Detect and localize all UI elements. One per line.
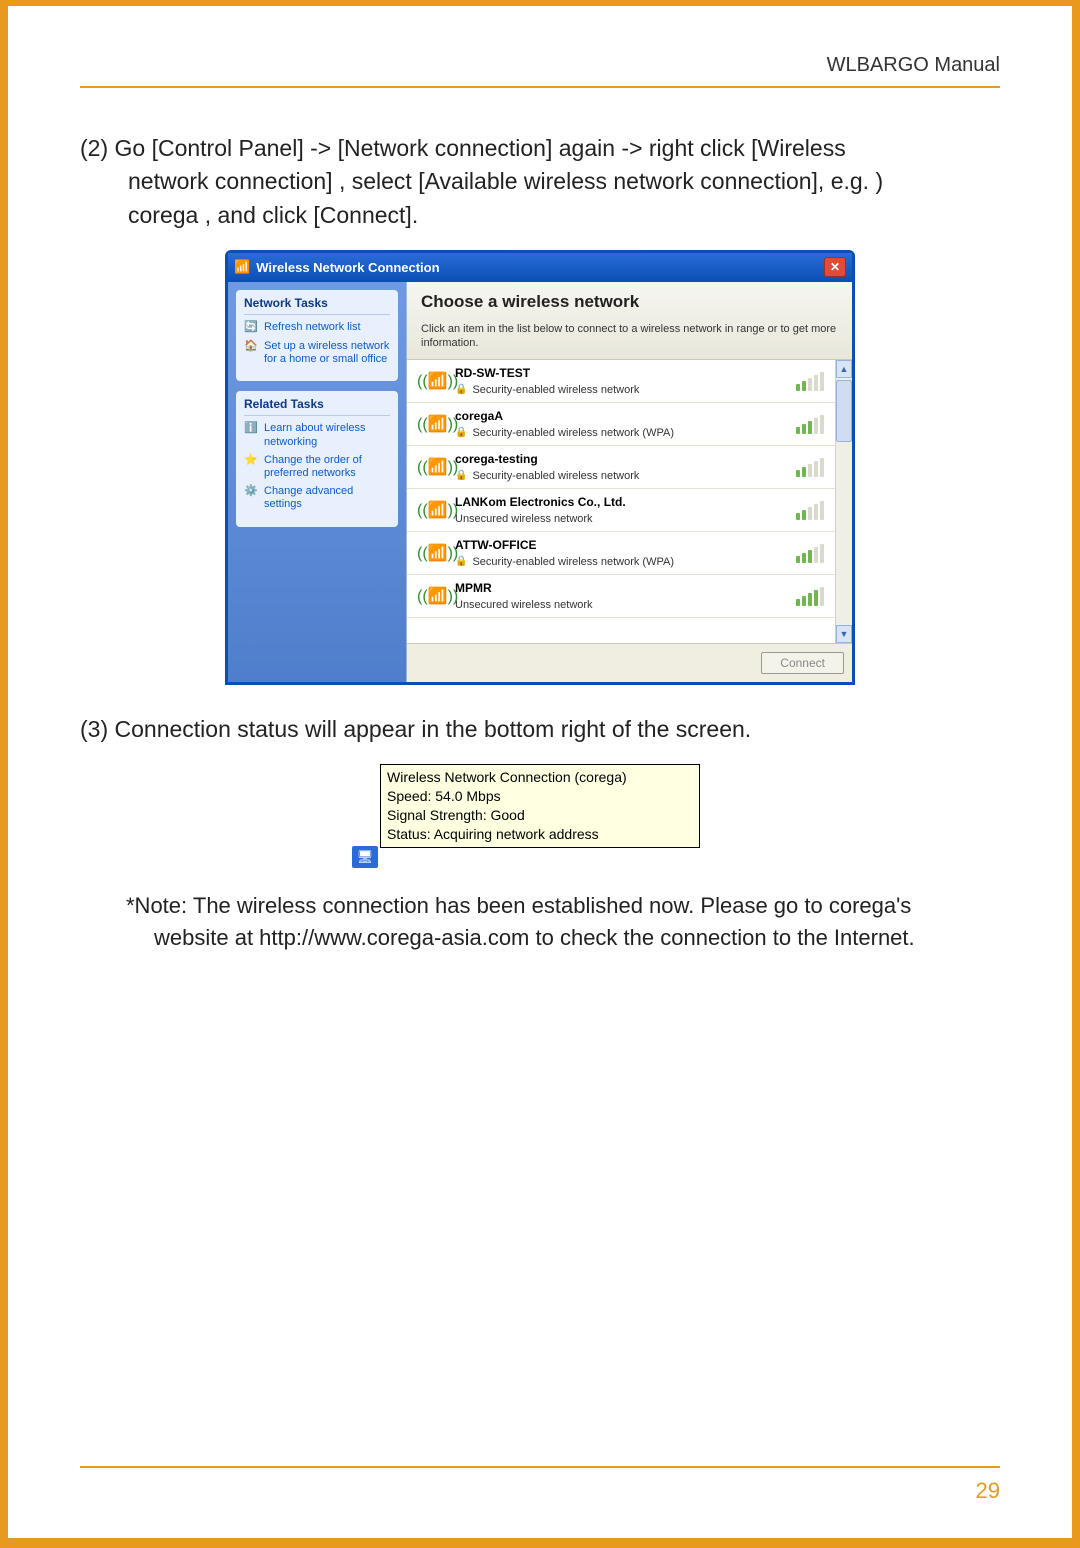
note-label: *Note: <box>126 893 187 918</box>
tray-network-icon: 🖥 <box>352 846 378 868</box>
network-tasks-panel: Network Tasks 🔄 Refresh network list 🏠 S… <box>236 290 398 381</box>
advanced-link[interactable]: ⚙️ Change advanced settings <box>244 485 390 511</box>
setup-link[interactable]: 🏠 Set up a wireless network for a home o… <box>244 340 390 366</box>
note: *Note: The wireless connection has been … <box>80 890 1000 954</box>
manual-page: WLBARGO Manual (2) Go [Control Panel] ->… <box>8 6 1072 1538</box>
network-security: Security-enabled wireless network (WPA) <box>472 556 674 568</box>
step-2: (2) Go [Control Panel] -> [Network conne… <box>80 132 1000 232</box>
related-tasks-heading: Related Tasks <box>244 397 390 416</box>
scroll-thumb[interactable] <box>836 380 852 442</box>
antenna-icon: ((📶)) <box>417 586 445 606</box>
signal-bars-icon <box>796 500 824 520</box>
choose-heading: Choose a wireless network <box>421 292 838 312</box>
page-number: 29 <box>976 1478 1000 1504</box>
tooltip-box: Wireless Network Connection (corega) Spe… <box>380 764 700 848</box>
antenna-icon: ((📶)) <box>417 457 445 477</box>
antenna-icon: ((📶)) <box>417 371 445 391</box>
setup-icon: 🏠 <box>244 340 258 354</box>
gear-icon: ⚙️ <box>244 485 258 499</box>
connect-button[interactable]: Connect <box>761 652 844 674</box>
signal-bars-icon <box>796 457 824 477</box>
figure-connection-tooltip: Wireless Network Connection (corega) Spe… <box>380 764 700 868</box>
network-item[interactable]: ((📶)) corega-testing 🔒 Security-enabled wir… <box>407 446 852 489</box>
network-name: coregaA <box>455 409 786 423</box>
step-3-text: (3) Connection status will appear in the… <box>80 713 1000 746</box>
scroll-up-icon[interactable]: ▲ <box>836 360 852 378</box>
network-item[interactable]: ((📶)) RD-SW-TEST 🔒 Security-enabled wireles… <box>407 360 852 403</box>
note-line-2: website at http://www.corega-asia.com to… <box>154 925 915 950</box>
dialog-footer: Connect <box>407 643 852 682</box>
sidebar: Network Tasks 🔄 Refresh network list 🏠 S… <box>228 282 406 682</box>
network-name: RD-SW-TEST <box>455 366 786 380</box>
page-content: (2) Go [Control Panel] -> [Network conne… <box>80 132 1000 954</box>
network-name: ATTW-OFFICE <box>455 538 786 552</box>
lock-icon: 🔒 <box>455 384 467 395</box>
network-name: MPMR <box>455 581 786 595</box>
lock-icon: 🔒 <box>455 427 467 438</box>
tooltip-line-2: Speed: 54.0 Mbps <box>387 787 693 806</box>
network-tasks-heading: Network Tasks <box>244 296 390 315</box>
network-name: corega-testing <box>455 452 786 466</box>
learn-label: Learn about wireless networking <box>264 422 390 448</box>
antenna-icon: ((📶)) <box>417 500 445 520</box>
step-2-line2: network connection] , select [Available … <box>80 165 1000 198</box>
tooltip-line-3: Signal Strength: Good <box>387 806 693 825</box>
network-item[interactable]: ((📶)) ATTW-OFFICE 🔒 Security-enabled wirele… <box>407 532 852 575</box>
signal-bars-icon <box>796 586 824 606</box>
order-link[interactable]: ⭐ Change the order of preferred networks <box>244 454 390 480</box>
network-security: Security-enabled wireless network <box>472 384 639 396</box>
setup-label: Set up a wireless network for a home or … <box>264 340 390 366</box>
advanced-label: Change advanced settings <box>264 485 390 511</box>
order-label: Change the order of preferred networks <box>264 454 390 480</box>
lock-icon: 🔒 <box>455 556 467 567</box>
step-2-line1: (2) Go [Control Panel] -> [Network conne… <box>80 132 1000 165</box>
main-panel: Choose a wireless network Click an item … <box>406 282 852 682</box>
wireless-icon: 📶 <box>234 259 250 275</box>
network-list: ((📶)) RD-SW-TEST 🔒 Security-enabled wireles… <box>407 360 852 643</box>
network-security: Security-enabled wireless network (WPA) <box>472 427 674 439</box>
xp-window: 📶 Wireless Network Connection ✕ Network … <box>225 250 855 685</box>
top-rule <box>80 86 1000 88</box>
step-3: (3) Connection status will appear in the… <box>80 713 1000 746</box>
info-icon: ℹ️ <box>244 422 258 436</box>
antenna-icon: ((📶)) <box>417 414 445 434</box>
xp-titlebar: 📶 Wireless Network Connection ✕ <box>228 253 852 282</box>
network-security: Unsecured wireless network <box>455 513 593 525</box>
network-security: Unsecured wireless network <box>455 599 593 611</box>
refresh-link[interactable]: 🔄 Refresh network list <box>244 321 390 335</box>
window-title: Wireless Network Connection <box>256 260 439 275</box>
antenna-icon: ((📶)) <box>417 543 445 563</box>
scroll-down-icon[interactable]: ▼ <box>836 625 852 643</box>
bottom-rule <box>80 1466 1000 1468</box>
star-icon: ⭐ <box>244 454 258 468</box>
related-tasks-panel: Related Tasks ℹ️ Learn about wireless ne… <box>236 391 398 526</box>
header-title: WLBARGO Manual <box>827 54 1000 77</box>
refresh-icon: 🔄 <box>244 321 258 335</box>
choose-subtext: Click an item in the list below to conne… <box>421 322 838 351</box>
tooltip-line-4: Status: Acquiring network address <box>387 825 693 844</box>
network-item[interactable]: ((📶)) LANKom Electronics Co., Ltd. Unsecur… <box>407 489 852 532</box>
tooltip-line-1: Wireless Network Connection (corega) <box>387 768 693 787</box>
lock-icon: 🔒 <box>455 470 467 481</box>
network-name: LANKom Electronics Co., Ltd. <box>455 495 786 509</box>
figure-wireless-dialog: 📶 Wireless Network Connection ✕ Network … <box>225 250 855 685</box>
signal-bars-icon <box>796 414 824 434</box>
scrollbar[interactable]: ▲ ▼ <box>835 360 852 643</box>
network-item[interactable]: ((📶)) coregaA 🔒 Security-enabled wireless n… <box>407 403 852 446</box>
network-security: Security-enabled wireless network <box>472 470 639 482</box>
step-2-line3: corega , and click [Connect]. <box>80 199 1000 232</box>
note-line-1: The wireless connection has been establi… <box>193 893 911 918</box>
signal-bars-icon <box>796 543 824 563</box>
network-item[interactable]: ((📶)) MPMR Unsecured wireless network <box>407 575 852 618</box>
close-button[interactable]: ✕ <box>824 257 846 277</box>
refresh-label: Refresh network list <box>264 321 361 334</box>
signal-bars-icon <box>796 371 824 391</box>
learn-link[interactable]: ℹ️ Learn about wireless networking <box>244 422 390 448</box>
